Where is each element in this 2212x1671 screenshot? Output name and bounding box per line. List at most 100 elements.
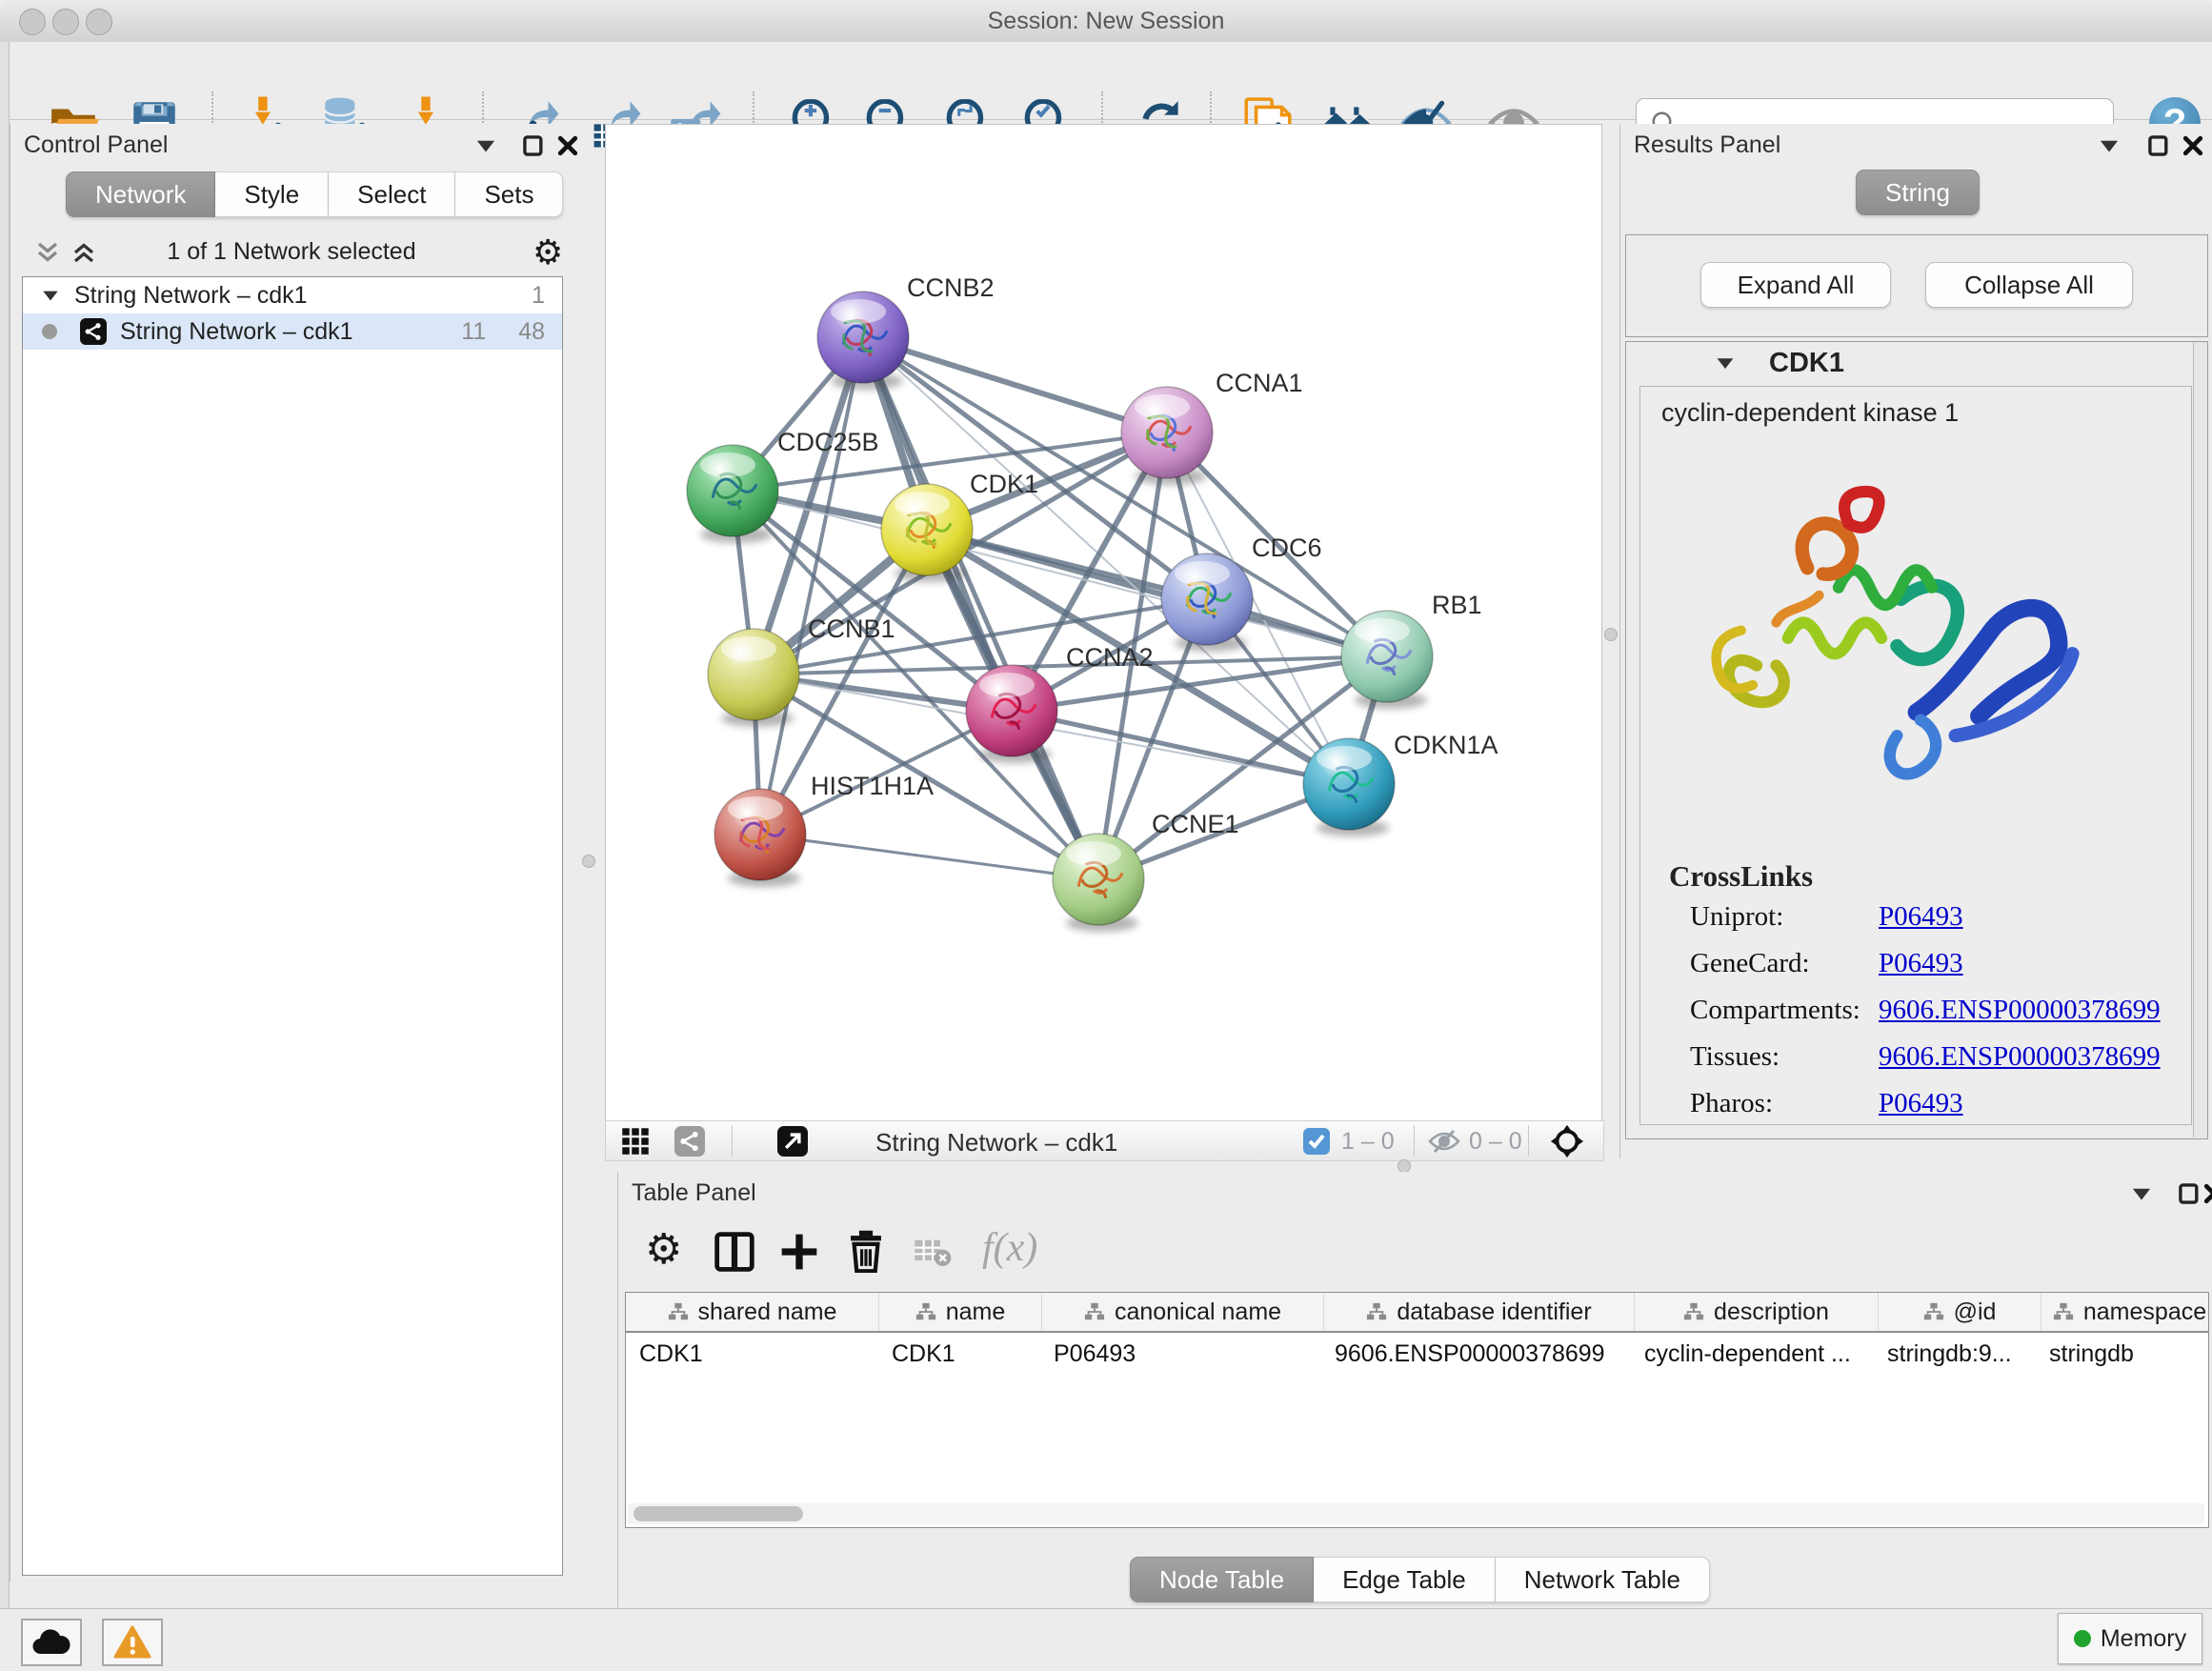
node-gloss: [700, 453, 755, 477]
protein-header-row[interactable]: CDK1: [1626, 342, 2192, 384]
table-options-gear-icon[interactable]: ⚙: [645, 1225, 682, 1274]
table-cell[interactable]: CDK1: [878, 1340, 1040, 1368]
table-cell[interactable]: stringdb:9...: [1874, 1340, 2036, 1368]
column-header-canonical-name[interactable]: canonical name: [1042, 1293, 1324, 1331]
warnings-button[interactable]: [102, 1619, 163, 1666]
network-node-label: RB1: [1432, 591, 1482, 619]
memory-button[interactable]: Memory: [2058, 1613, 2202, 1664]
crosslink-link[interactable]: 9606.ENSP00000378699: [1879, 995, 2161, 1026]
crosslink-row: Uniprot:P06493: [1640, 896, 2191, 942]
table-cell[interactable]: 9606.ENSP00000378699: [1321, 1340, 1631, 1368]
crosslink-link[interactable]: 9606.ENSP00000378699: [1879, 1041, 2161, 1073]
node-gloss: [831, 299, 886, 324]
tab-node-table[interactable]: Node Table: [1130, 1557, 1314, 1602]
crosslink-row: Compartments:9606.ENSP00000378699: [1640, 989, 2191, 1036]
tab-style[interactable]: Style: [215, 171, 329, 217]
node-gloss: [1175, 561, 1230, 586]
panel-float-icon[interactable]: [2146, 133, 2171, 158]
panel-close-icon[interactable]: [555, 133, 580, 158]
tab-string[interactable]: String: [1856, 170, 1980, 215]
table-cell[interactable]: cyclin-dependent ...: [1631, 1340, 1874, 1368]
tab-network-table[interactable]: Network Table: [1496, 1557, 1710, 1602]
network-selection-status: 1 of 1 Network selected: [10, 238, 573, 266]
panel-menu-icon[interactable]: [2097, 133, 2122, 158]
column-header-name[interactable]: name: [879, 1293, 1042, 1331]
crosslink-link[interactable]: P06493: [1879, 901, 1963, 933]
protein-description: cyclin-dependent kinase 1: [1661, 398, 1959, 428]
fit-selection-crosshair-icon[interactable]: [1549, 1123, 1585, 1159]
column-header-namespace[interactable]: namespace: [2041, 1293, 2209, 1331]
network-edge[interactable]: [863, 337, 1167, 433]
table-horizontal-scrollbar[interactable]: [628, 1503, 2204, 1524]
panel-menu-icon[interactable]: [473, 133, 498, 158]
column-header-shared-name[interactable]: shared name: [626, 1293, 879, 1331]
tab-select[interactable]: Select: [329, 171, 455, 217]
hierarchy-icon: [1923, 1301, 1944, 1322]
detach-view-icon[interactable]: [777, 1126, 808, 1157]
crosslink-link[interactable]: P06493: [1879, 1088, 1963, 1119]
horizontal-splitter-handle[interactable]: [1398, 1159, 1411, 1173]
title-bar[interactable]: Session: New Session: [0, 0, 2212, 43]
vertical-splitter-handle[interactable]: [582, 855, 595, 868]
network-view-canvas[interactable]: CCNB2CCNA1CDC25BCDK1CDC6RB1CCNB1CCNA2CDK…: [605, 124, 1602, 1121]
results-panel: Results Panel String Expand All Collapse…: [1619, 124, 2212, 1158]
crosslink-link[interactable]: P06493: [1879, 948, 1963, 979]
apply-function-icon: f(x): [982, 1225, 1037, 1271]
cloud-button[interactable]: [21, 1619, 82, 1666]
expand-all-button[interactable]: Expand All: [1700, 262, 1891, 308]
warning-icon: [113, 1625, 151, 1660]
column-header-description[interactable]: description: [1635, 1293, 1879, 1331]
delete-column-icon[interactable]: [845, 1229, 887, 1273]
protein-structure-image: [1667, 444, 2096, 844]
grid-view-icon[interactable]: [621, 1127, 650, 1156]
panel-close-icon[interactable]: [2181, 133, 2205, 158]
vertical-splitter-handle[interactable]: [1604, 628, 1618, 641]
tab-edge-table[interactable]: Edge Table: [1314, 1557, 1496, 1602]
table-body: CDK1CDK1P064939606.ENSP00000378699cyclin…: [626, 1333, 2208, 1375]
hidden-eye-slash-icon[interactable]: [1427, 1129, 1461, 1154]
selected-checkbox-icon[interactable]: [1303, 1128, 1330, 1155]
network-view-title: String Network – cdk1: [875, 1128, 1117, 1158]
network-edge[interactable]: [760, 337, 863, 835]
collapse-all-button[interactable]: Collapse All: [1925, 262, 2133, 308]
crosslink-row: Tissues: 9606.ENSP00000378699: [1640, 1036, 2191, 1082]
protein-expander-icon[interactable]: [1714, 352, 1737, 374]
node-gloss: [721, 636, 776, 661]
crosslink-label: Tissues:: [1690, 1041, 1780, 1073]
hierarchy-icon: [915, 1301, 936, 1322]
hierarchy-icon: [1084, 1301, 1105, 1322]
share-view-icon[interactable]: [674, 1126, 705, 1157]
table-panel-title: Table Panel: [632, 1179, 756, 1207]
network-node-label: CCNA1: [1216, 369, 1303, 397]
results-scrollbar[interactable]: [2193, 342, 2207, 1137]
add-column-icon[interactable]: [778, 1231, 820, 1273]
tab-sets[interactable]: Sets: [455, 171, 563, 217]
network-list-options-gear-icon[interactable]: ⚙: [533, 232, 563, 272]
results-actions-box: Expand All Collapse All: [1625, 234, 2208, 337]
show-columns-icon[interactable]: [714, 1231, 755, 1273]
table-row[interactable]: CDK1CDK1P064939606.ENSP00000378699cyclin…: [626, 1333, 2208, 1375]
memory-label: Memory: [2101, 1625, 2186, 1653]
panel-close-icon[interactable]: [2202, 1181, 2212, 1206]
table-cell[interactable]: stringdb: [2036, 1340, 2209, 1368]
panel-float-icon[interactable]: [2177, 1181, 2202, 1206]
table-cell[interactable]: CDK1: [626, 1340, 878, 1368]
table-toolbar: ⚙ f(x): [618, 1219, 2212, 1286]
network-row-selected[interactable]: String Network – cdk1 11 48: [23, 313, 562, 350]
node-gloss: [1317, 746, 1372, 771]
collection-expander-icon[interactable]: [40, 285, 61, 306]
network-node-label: CCNE1: [1152, 810, 1239, 838]
panel-float-icon[interactable]: [521, 133, 546, 158]
network-collection-row[interactable]: String Network – cdk1 1: [23, 277, 562, 313]
cloud-icon: [31, 1627, 71, 1658]
panel-menu-icon[interactable]: [2129, 1181, 2154, 1206]
application-window: Session: New Session: [0, 0, 2212, 1671]
column-header-@id[interactable]: @id: [1879, 1293, 2041, 1331]
tab-network[interactable]: Network: [66, 171, 215, 217]
scrollbar-thumb[interactable]: [633, 1506, 803, 1521]
column-header-database-identifier[interactable]: database identifier: [1324, 1293, 1635, 1331]
network-edge[interactable]: [760, 835, 1098, 879]
table-cell[interactable]: P06493: [1040, 1340, 1321, 1368]
network-row-label: String Network – cdk1: [120, 318, 353, 346]
network-edge[interactable]: [1012, 711, 1349, 784]
